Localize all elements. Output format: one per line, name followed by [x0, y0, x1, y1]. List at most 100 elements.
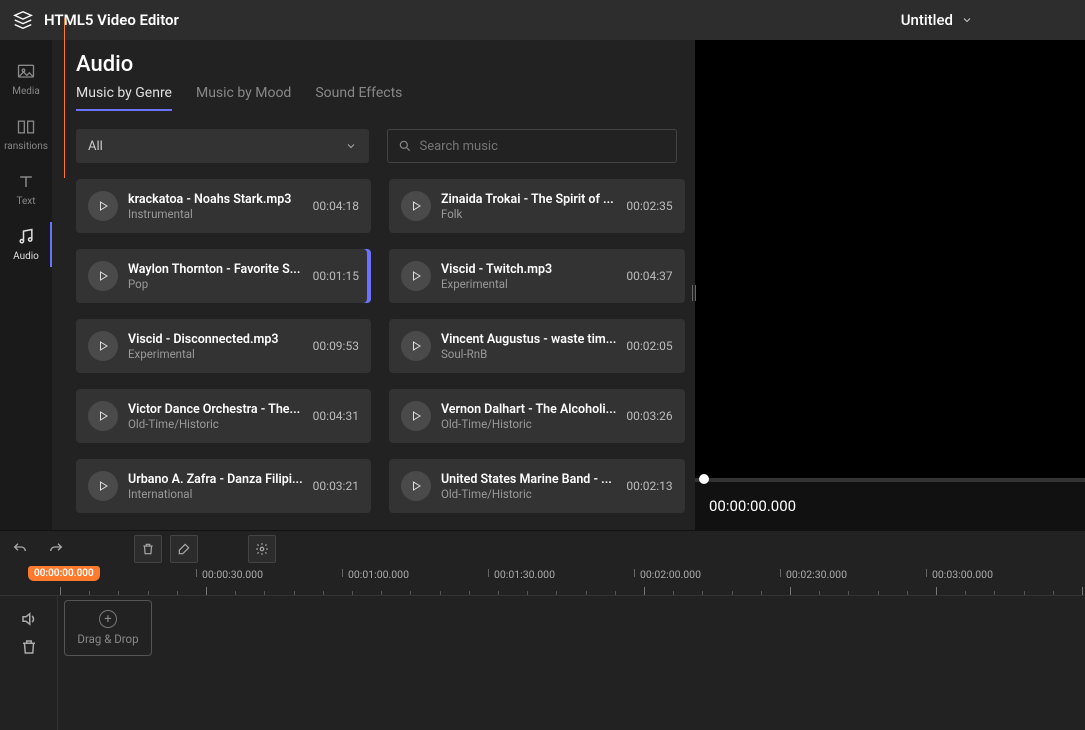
transitions-icon	[16, 117, 36, 137]
app-logo-icon	[12, 9, 34, 31]
play-button[interactable]	[401, 261, 431, 291]
tab-sound-effects[interactable]: Sound Effects	[315, 85, 402, 111]
play-button[interactable]	[88, 261, 118, 291]
track-controls-strip	[0, 596, 58, 730]
ruler-time-label: 00:02:30.000	[786, 568, 847, 581]
play-button[interactable]	[88, 331, 118, 361]
track-genre: Old-Time/Historic	[441, 417, 616, 431]
track-duration: 00:01:15	[313, 269, 359, 283]
track-item[interactable]: United States Marine Band - ... Old-Time…	[389, 459, 685, 513]
track-title: Victor Dance Orchestra - The...	[128, 402, 303, 417]
track-title: Vincent Augustus - waste tim...	[441, 332, 616, 347]
track-title: Viscid - Disconnected.mp3	[128, 332, 303, 347]
preview-video[interactable]	[695, 40, 1085, 478]
track-genre: Folk	[441, 207, 616, 221]
track-item[interactable]: Waylon Thornton - Favorite S... Pop 00:0…	[76, 249, 371, 303]
sidebar-item-transitions[interactable]: ransitions	[0, 107, 52, 162]
track-item[interactable]: Viscid - Disconnected.mp3 Experimental 0…	[76, 319, 371, 373]
sidebar-item-text[interactable]: Text	[0, 162, 52, 217]
sidebar-item-label: Audio	[13, 251, 39, 262]
ruler-time-label: 00:00:30.000	[202, 568, 263, 581]
text-icon	[16, 172, 36, 192]
timeline-toolbar	[0, 530, 1085, 566]
track-info: Viscid - Twitch.mp3 Experimental	[441, 262, 616, 291]
track-genre: International	[128, 487, 303, 501]
track-duration: 00:03:26	[626, 409, 672, 423]
panel-tabs: Music by Genre Music by Mood Sound Effec…	[76, 85, 695, 111]
play-button[interactable]	[401, 191, 431, 221]
play-button[interactable]	[401, 471, 431, 501]
track-item[interactable]: Viscid - Twitch.mp3 Experimental 00:04:3…	[389, 249, 685, 303]
track-item[interactable]: Victor Dance Orchestra - The... Old-Time…	[76, 389, 371, 443]
drop-zone[interactable]: + Drag & Drop	[64, 600, 152, 656]
play-button[interactable]	[88, 471, 118, 501]
track-title: Vernon Dalhart - The Alcoholi...	[441, 402, 616, 417]
timeline-area[interactable]: + Drag & Drop	[58, 596, 1085, 730]
delete-button[interactable]	[134, 535, 162, 563]
undo-button[interactable]	[6, 535, 34, 563]
search-icon	[398, 139, 412, 153]
track-item[interactable]: Zinaida Trokai - The Spirit of ... Folk …	[389, 179, 685, 233]
ruler-time-label: 00:01:30.000	[494, 568, 555, 581]
track-item[interactable]: Vincent Augustus - waste tim... Soul-RnB…	[389, 319, 685, 373]
track-genre: Old-Time/Historic	[441, 487, 616, 501]
track-genre: Pop	[128, 277, 303, 291]
track-item[interactable]: Urbano A. Zafra - Danza Filipi... Intern…	[76, 459, 371, 513]
settings-button[interactable]	[248, 535, 276, 563]
play-button[interactable]	[88, 191, 118, 221]
track-duration: 00:02:35	[626, 199, 672, 213]
playhead-badge[interactable]: 00:00:00.000	[28, 566, 100, 581]
track-item[interactable]: Vernon Dalhart - The Alcoholi... Old-Tim…	[389, 389, 685, 443]
track-duration: 00:02:13	[626, 479, 672, 493]
track-info: Vernon Dalhart - The Alcoholi... Old-Tim…	[441, 402, 616, 431]
ruler-time-label: 00:02:00.000	[640, 568, 701, 581]
tab-music-mood[interactable]: Music by Mood	[196, 85, 291, 111]
play-button[interactable]	[401, 401, 431, 431]
preview-playhead[interactable]	[699, 474, 709, 484]
track-info: Urbano A. Zafra - Danza Filipi... Intern…	[128, 472, 303, 501]
delete-track-icon[interactable]	[20, 638, 38, 656]
header-left: HTML5 Video Editor	[12, 9, 179, 31]
image-icon	[16, 62, 36, 82]
timeline: 00:00:00.000 00:00:30.000 00:01:00.000 00:…	[0, 566, 1085, 730]
sidebar-item-media[interactable]: Media	[0, 52, 52, 107]
redo-button[interactable]	[42, 535, 70, 563]
sidebar-item-label: ransitions	[4, 141, 48, 152]
sidebar-item-label: Text	[16, 196, 35, 207]
genre-filter-select[interactable]: All	[76, 129, 369, 163]
ruler-time-label: 00:03:00.000	[932, 568, 993, 581]
sidebar-item-audio[interactable]: Audio	[0, 217, 52, 272]
track-info: krackatoa - Noahs Stark.mp3 Instrumental	[128, 192, 303, 221]
project-name: Untitled	[901, 11, 953, 29]
track-info: Vincent Augustus - waste tim... Soul-RnB	[441, 332, 616, 361]
timeline-ruler[interactable]: 00:00:00.000 00:00:30.000 00:01:00.000 00:…	[0, 566, 1085, 596]
ruler-time-label: 00:01:00.000	[348, 568, 409, 581]
volume-icon[interactable]	[20, 610, 38, 628]
track-item[interactable]: krackatoa - Noahs Stark.mp3 Instrumental…	[76, 179, 371, 233]
resize-handle[interactable]	[692, 285, 696, 301]
chevron-down-icon	[961, 14, 973, 26]
audio-icon	[16, 227, 36, 247]
search-input[interactable]	[420, 139, 667, 154]
project-menu[interactable]: Untitled	[901, 11, 1073, 29]
play-button[interactable]	[88, 401, 118, 431]
play-button[interactable]	[401, 331, 431, 361]
plus-icon: +	[99, 610, 117, 628]
tracks-grid: krackatoa - Noahs Stark.mp3 Instrumental…	[76, 179, 689, 513]
preview-controls: 00:00:00.000	[695, 482, 1085, 530]
preview-seekbar[interactable]	[695, 478, 1085, 482]
track-duration: 00:04:31	[313, 409, 359, 423]
playhead-line[interactable]	[64, 18, 65, 178]
track-title: Zinaida Trokai - The Spirit of ...	[441, 192, 616, 207]
track-genre: Soul-RnB	[441, 347, 616, 361]
audio-panel: Audio Music by Genre Music by Mood Sound…	[52, 40, 695, 530]
track-info: Waylon Thornton - Favorite S... Pop	[128, 262, 303, 291]
search-box[interactable]	[387, 129, 678, 163]
track-info: Victor Dance Orchestra - The... Old-Time…	[128, 402, 303, 431]
drop-zone-label: Drag & Drop	[77, 632, 138, 646]
track-duration: 00:04:18	[313, 199, 359, 213]
app-header: HTML5 Video Editor Untitled	[0, 0, 1085, 40]
tools-button[interactable]	[170, 535, 198, 563]
track-duration: 00:03:21	[313, 479, 359, 493]
tab-music-genre[interactable]: Music by Genre	[76, 85, 172, 111]
